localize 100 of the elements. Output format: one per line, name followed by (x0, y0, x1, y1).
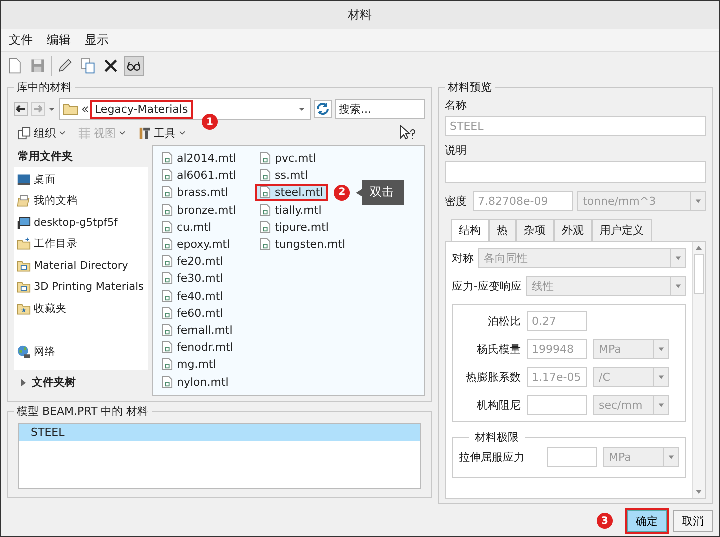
document-icon (162, 306, 173, 320)
document-icon (162, 152, 173, 166)
file-item[interactable]: fe30.mtl (159, 272, 226, 286)
refresh-icon[interactable] (314, 100, 332, 118)
caret-icon (694, 198, 702, 204)
file-item[interactable]: brass.mtl (159, 186, 232, 200)
tab[interactable]: 热 (489, 219, 516, 241)
chevron-icon (179, 130, 186, 136)
ok-button[interactable]: 确定 (627, 510, 667, 532)
scroll-down-icon[interactable] (695, 488, 703, 496)
property-label: 泊松比 (487, 314, 521, 328)
field-label: 名称 (445, 98, 468, 114)
document-icon (162, 238, 173, 252)
file-item[interactable]: al2014.mtl (159, 152, 240, 166)
scrollbar[interactable] (692, 242, 705, 498)
document-icon (162, 272, 173, 286)
document-icon (260, 220, 271, 234)
folder-icon (63, 102, 79, 116)
document-icon (162, 341, 173, 354)
document-icon (162, 169, 173, 182)
file-item[interactable]: pvc.mtl (257, 152, 320, 166)
file-item[interactable]: nylon.mtl (159, 376, 232, 389)
file-item[interactable]: fenodr.mtl (159, 341, 236, 354)
file-item[interactable]: al6061.mtl (159, 169, 240, 182)
group-title: 模型 BEAM.PRT 中的 材料 (16, 404, 150, 419)
favorite-folder-item[interactable]: 网络 (14, 342, 148, 363)
group-title: 材料极限 (474, 430, 520, 445)
caret-icon (674, 254, 682, 262)
expand-arrow-icon (20, 378, 26, 387)
copies-icon (18, 126, 31, 140)
tab[interactable]: 外观 (554, 219, 592, 241)
file-item[interactable]: tipure.mtl (257, 220, 332, 234)
field-label: 应力-应变响应 (452, 278, 522, 294)
file-item[interactable]: bronze.mtl (159, 204, 240, 217)
favorite-folder-item[interactable]: 桌面 (14, 169, 148, 190)
scrollbar-thumb[interactable] (694, 254, 704, 294)
file-item[interactable]: cu.mtl (159, 220, 215, 234)
field-label: 密度 (445, 194, 468, 208)
file-item[interactable]: tially.mtl (257, 204, 325, 217)
document-icon (162, 290, 173, 303)
property-label: 机构阻尼 (476, 398, 521, 412)
file-item[interactable]: epoxy.mtl (159, 238, 234, 252)
favorite-folder-item[interactable]: 3D Printing Materials (14, 276, 148, 298)
file-item[interactable]: mg.mtl (159, 358, 220, 372)
folder-icon (17, 237, 31, 252)
property-label: 热膨胀系数 (465, 370, 521, 384)
favorite-folder-item[interactable]: desktop-g5tpf5f (14, 212, 148, 234)
group-title: 材料预览 (447, 80, 493, 95)
document-icon (162, 255, 173, 268)
document-icon (260, 186, 271, 200)
file-item[interactable]: fe40.mtl (159, 290, 226, 303)
menu-item[interactable]: 显示 (85, 32, 109, 48)
caret-icon (674, 282, 682, 290)
property-value-field[interactable] (527, 395, 587, 415)
document-icon (260, 152, 271, 166)
tab[interactable]: 杂项 (516, 219, 554, 241)
scroll-up-icon[interactable] (695, 244, 703, 252)
caret-icon[interactable] (298, 105, 306, 113)
section-title: 常用文件夹 (17, 149, 74, 165)
tab[interactable]: 用户定义 (592, 219, 652, 241)
caret-icon (658, 346, 664, 352)
caret-icon[interactable] (48, 105, 56, 113)
double-chevron-icon (82, 106, 89, 112)
star-folder-icon (17, 302, 31, 316)
property-value-field[interactable] (547, 447, 597, 467)
monitor-icon (17, 172, 31, 187)
back-icon[interactable] (14, 102, 28, 116)
favorite-folder-item[interactable]: Material Directory (14, 255, 148, 276)
property-label: 拉伸屈服应力 (459, 450, 526, 464)
glasses-icon[interactable] (124, 56, 144, 76)
toolbar-menu[interactable]: 组织 (18, 126, 66, 140)
menu-item[interactable]: 编辑 (47, 32, 71, 48)
caret-icon (658, 402, 664, 408)
favorite-folder-item[interactable]: 我的文档 (14, 190, 148, 212)
description-field[interactable] (445, 161, 706, 183)
file-item[interactable]: tungsten.mtl (257, 238, 349, 252)
folder-icon (17, 280, 31, 294)
folder-tree-toggle[interactable]: 文件夹树 (14, 370, 148, 396)
cancel-button[interactable]: 取消 (673, 510, 713, 532)
document-icon (260, 238, 271, 252)
document-icon (162, 220, 173, 234)
search-field[interactable]: 搜索... (335, 99, 425, 119)
file-item[interactable]: fe60.mtl (159, 306, 226, 320)
help-cursor-icon[interactable] (399, 125, 417, 141)
document-icon (260, 169, 271, 182)
favorite-folder-item[interactable]: 收藏夹 (14, 298, 148, 320)
toolbar-menu[interactable]: 工具 (138, 126, 186, 140)
file-item[interactable]: fe20.mtl (159, 255, 226, 268)
material-list-item[interactable]: STEEL (19, 424, 420, 441)
file-item[interactable]: ss.mtl (257, 169, 312, 182)
document-icon (162, 376, 173, 389)
file-item[interactable]: femall.mtl (159, 324, 236, 337)
tools-icon (138, 126, 151, 140)
file-item[interactable]: steel.mtl (257, 186, 326, 200)
menu-item[interactable]: 文件 (9, 32, 33, 48)
group-title: 库中的材料 (16, 80, 73, 95)
favorite-folder-item[interactable]: 工作目录 (14, 234, 148, 255)
tab[interactable]: 结构 (451, 219, 489, 241)
window-title: 材料 (348, 6, 372, 24)
callout-number: 2 (334, 184, 350, 201)
